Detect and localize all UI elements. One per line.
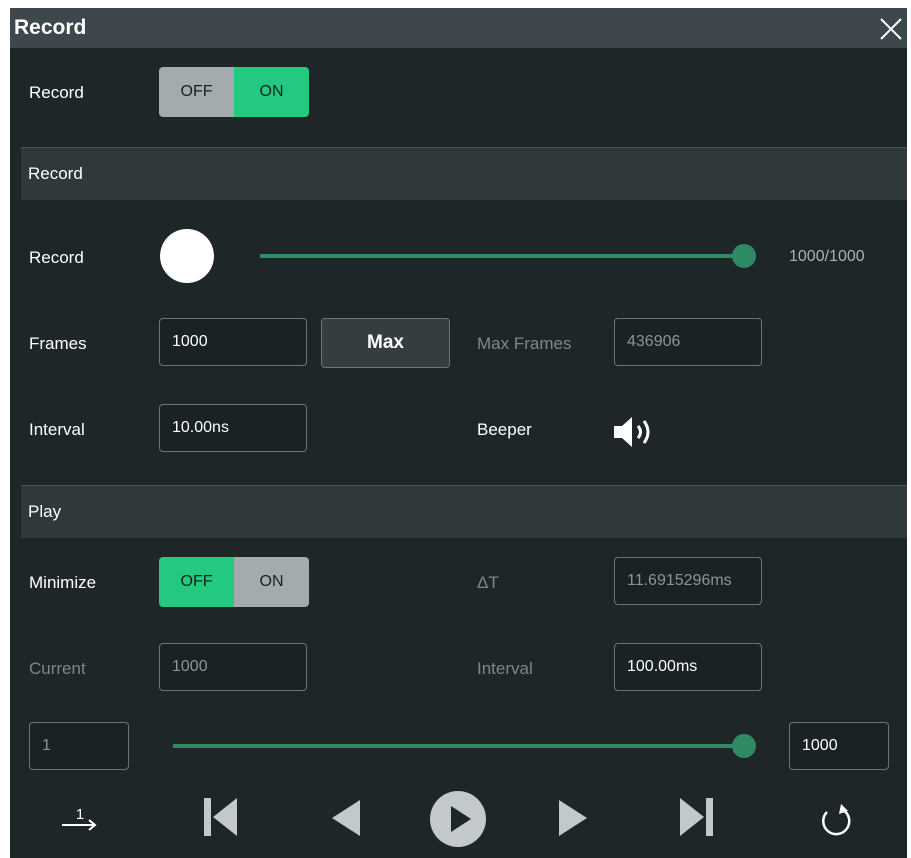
last-frame-icon[interactable]	[674, 796, 716, 838]
record-progress-track	[260, 254, 745, 258]
close-icon[interactable]	[876, 14, 906, 44]
frames-input[interactable]: 1000	[159, 318, 307, 366]
play-range-track	[173, 744, 745, 748]
range-end-input[interactable]: 1000	[789, 722, 889, 770]
delta-t-label: ΔT	[477, 573, 499, 592]
record-progress-handle[interactable]	[732, 244, 756, 268]
play-interval-label: Interval	[477, 659, 533, 678]
repeat-icon[interactable]	[817, 800, 857, 840]
play-interval-input[interactable]: 100.00ms	[614, 643, 762, 691]
record-toggle-off[interactable]: OFF	[159, 67, 234, 117]
current-label: Current	[29, 659, 86, 678]
max-frames-label: Max Frames	[477, 334, 572, 353]
next-frame-icon[interactable]	[555, 798, 591, 838]
record-toggle-label: Record	[29, 83, 84, 102]
interval-label: Interval	[29, 420, 85, 439]
minimize-toggle-on[interactable]: ON	[234, 557, 309, 607]
frames-label: Frames	[29, 334, 87, 353]
record-section-header: Record	[21, 147, 907, 200]
record-dialog: Record Record OFF ON Record Record 1000/…	[10, 8, 907, 858]
dialog-title: Record	[14, 16, 87, 39]
beeper-label: Beeper	[477, 420, 532, 439]
minimize-label: Minimize	[29, 573, 97, 592]
record-toggle-on[interactable]: ON	[234, 67, 309, 117]
play-icon[interactable]	[429, 790, 487, 848]
minimize-toggle[interactable]: OFF ON	[159, 557, 309, 607]
speaker-on-icon[interactable]	[612, 415, 660, 449]
record-label: Record	[29, 248, 84, 267]
play-section-title: Play	[28, 502, 62, 521]
record-button[interactable]	[160, 229, 214, 283]
play-range-handle[interactable]	[732, 734, 756, 758]
interval-input[interactable]: 10.00ns	[159, 404, 307, 452]
first-frame-icon[interactable]	[201, 796, 243, 838]
record-progress-text: 1000/1000	[789, 248, 865, 265]
play-section-header: Play	[21, 485, 907, 538]
step-order-icon[interactable]: 1	[58, 801, 102, 837]
range-start-input[interactable]: 1	[29, 722, 129, 770]
current-field: 1000	[159, 643, 307, 691]
max-button[interactable]: Max	[321, 318, 450, 368]
minimize-toggle-off[interactable]: OFF	[159, 557, 234, 607]
record-toggle[interactable]: OFF ON	[159, 67, 309, 117]
title-bar: Record	[10, 8, 907, 48]
delta-t-field: 11.6915296ms	[614, 557, 762, 605]
max-frames-field: 436906	[614, 318, 762, 366]
record-section-title: Record	[28, 164, 83, 183]
prev-frame-icon[interactable]	[328, 798, 364, 838]
svg-text:1: 1	[76, 806, 84, 823]
